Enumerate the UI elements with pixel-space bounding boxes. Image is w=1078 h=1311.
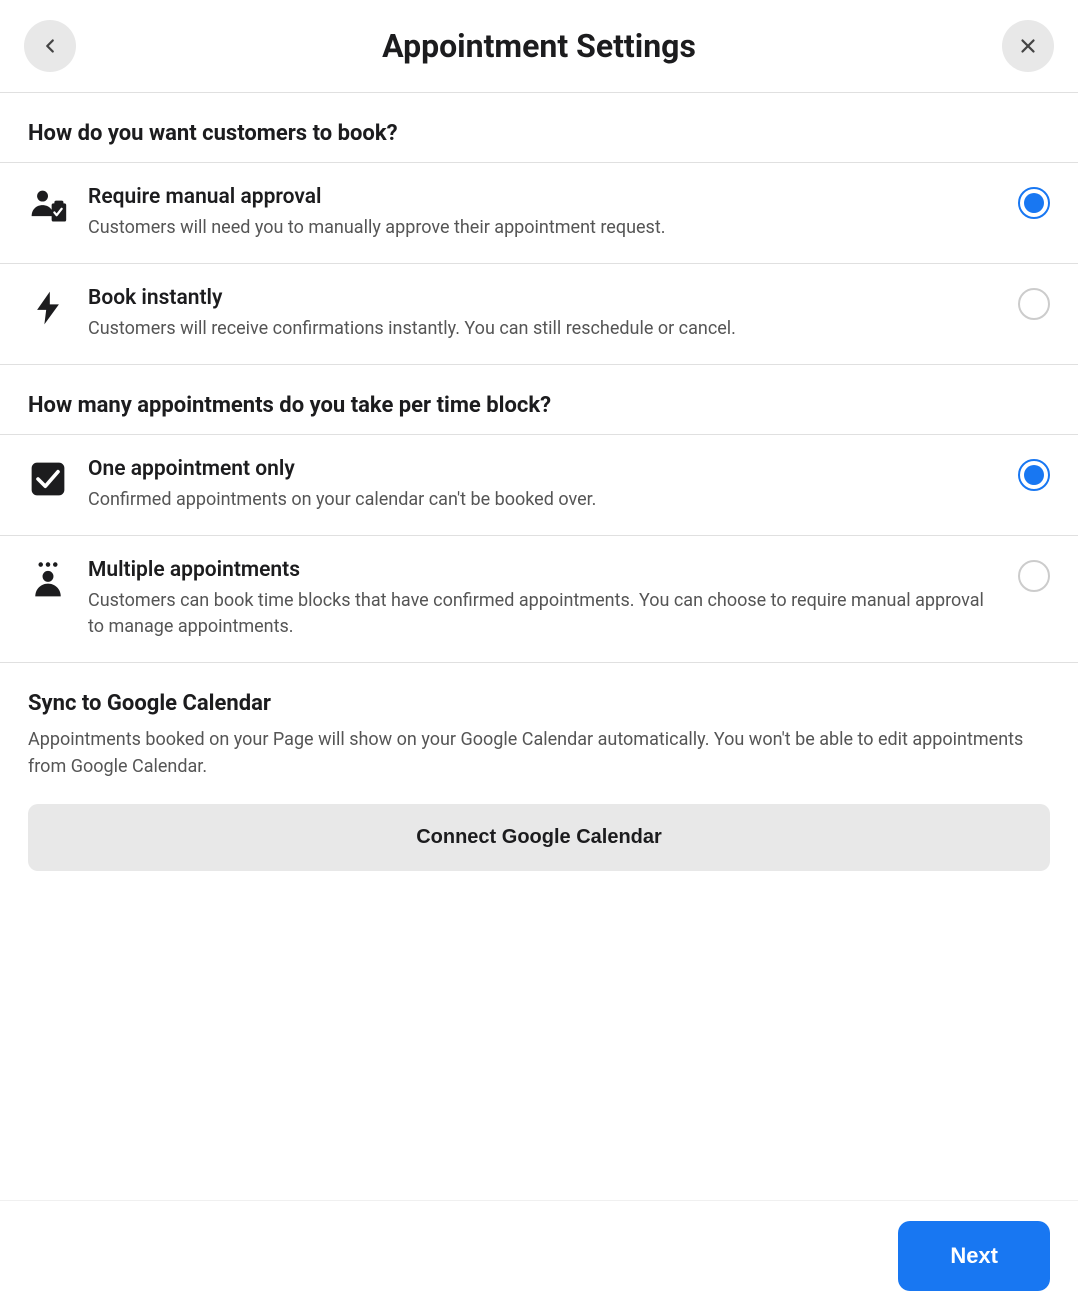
option-book-instantly[interactable]: Book instantly Customers will receive co… xyxy=(0,264,1078,364)
multiple-appointments-radio[interactable] xyxy=(1018,560,1050,592)
google-calendar-desc: Appointments booked on your Page will sh… xyxy=(28,726,1050,780)
page-title: Appointment Settings xyxy=(76,27,1002,65)
book-instantly-radio[interactable] xyxy=(1018,288,1050,320)
next-button[interactable]: Next xyxy=(898,1221,1050,1291)
manual-approval-icon xyxy=(28,185,88,227)
footer-spacer xyxy=(0,891,1078,991)
connect-google-calendar-button[interactable]: Connect Google Calendar xyxy=(28,804,1050,871)
multiple-appointments-text: Multiple appointments Customers can book… xyxy=(88,558,1018,640)
content: How do you want customers to book? Requi… xyxy=(0,93,1078,991)
manual-approval-title: Require manual approval xyxy=(88,185,998,209)
multiple-appointments-icon xyxy=(28,558,88,600)
manual-approval-radio[interactable] xyxy=(1018,187,1050,219)
option-multiple-appointments[interactable]: Multiple appointments Customers can book… xyxy=(0,536,1078,662)
one-appointment-text: One appointment only Confirmed appointme… xyxy=(88,457,1018,513)
book-instantly-icon xyxy=(28,286,88,328)
one-appointment-radio[interactable] xyxy=(1018,459,1050,491)
google-calendar-section: Sync to Google Calendar Appointments boo… xyxy=(0,663,1078,891)
back-button[interactable] xyxy=(24,20,76,72)
book-instantly-text: Book instantly Customers will receive co… xyxy=(88,286,1018,342)
manual-approval-text: Require manual approval Customers will n… xyxy=(88,185,1018,241)
one-appointment-desc: Confirmed appointments on your calendar … xyxy=(88,487,998,513)
section2-heading: How many appointments do you take per ti… xyxy=(0,365,1078,434)
close-button[interactable] xyxy=(1002,20,1054,72)
section1-heading: How do you want customers to book? xyxy=(0,93,1078,162)
multiple-appointments-title: Multiple appointments xyxy=(88,558,998,582)
option-manual-approval[interactable]: Require manual approval Customers will n… xyxy=(0,163,1078,263)
option-one-appointment[interactable]: One appointment only Confirmed appointme… xyxy=(0,435,1078,535)
one-appointment-icon xyxy=(28,457,88,499)
multiple-appointments-desc: Customers can book time blocks that have… xyxy=(88,588,998,640)
google-calendar-title: Sync to Google Calendar xyxy=(28,691,1050,716)
book-instantly-title: Book instantly xyxy=(88,286,998,310)
one-appointment-title: One appointment only xyxy=(88,457,998,481)
manual-approval-desc: Customers will need you to manually appr… xyxy=(88,215,998,241)
book-instantly-desc: Customers will receive confirmations ins… xyxy=(88,316,998,342)
header: Appointment Settings xyxy=(0,0,1078,93)
footer: Next xyxy=(0,1200,1078,1311)
